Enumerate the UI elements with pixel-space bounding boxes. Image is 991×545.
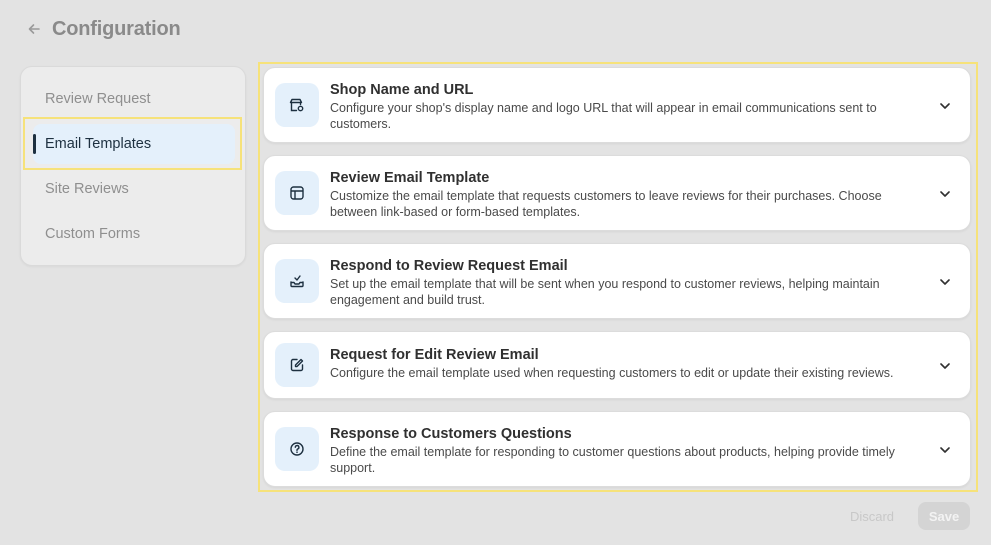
page-title: Configuration: [52, 17, 181, 40]
configuration-page: Configuration Review Request Email Templ…: [0, 0, 991, 545]
save-button[interactable]: Save: [918, 502, 970, 530]
chevron-down-icon[interactable]: [938, 187, 952, 201]
page-header: Configuration: [24, 15, 181, 43]
chevron-down-icon[interactable]: [938, 359, 952, 373]
card-title: Shop Name and URL: [330, 82, 474, 98]
card-request-for-edit-review-email[interactable]: Request for Edit Review Email Configure …: [263, 331, 971, 399]
card-description: Set up the email template that will be s…: [330, 276, 910, 308]
chevron-down-icon[interactable]: [938, 99, 952, 113]
card-review-email-template[interactable]: Review Email Template Customize the emai…: [263, 155, 971, 231]
card-text: Response to Customers Questions Define t…: [330, 425, 910, 476]
card-description-line: between link-based or form-based templat…: [330, 205, 581, 219]
card-title: Request for Edit Review Email: [330, 347, 539, 363]
card-description-line: Set up the email template that will be s…: [330, 277, 880, 291]
sidebar-nav: Review Request Email Templates Site Revi…: [20, 66, 246, 266]
card-description-line: Customize the email template that reques…: [330, 189, 882, 203]
arrow-left-icon: [28, 24, 40, 34]
sidebar-item-custom-forms[interactable]: Custom Forms: [33, 214, 235, 254]
card-description-line: support.: [330, 461, 376, 475]
chevron-down-icon[interactable]: [938, 275, 952, 289]
card-description-line: engagement and build trust.: [330, 293, 485, 307]
card-title: Response to Customers Questions: [330, 426, 572, 442]
question-circle-icon: [275, 427, 319, 471]
chevron-down-icon[interactable]: [938, 443, 952, 457]
card-description-line: Define the email template for responding…: [330, 445, 895, 459]
card-text: Respond to Review Request Email Set up t…: [330, 257, 910, 308]
sidebar-item-review-request[interactable]: Review Request: [33, 79, 235, 119]
card-description-line: customers.: [330, 117, 392, 131]
card-description: Configure the email template used when r…: [330, 365, 910, 381]
card-text: Shop Name and URL Configure your shop's …: [330, 81, 910, 132]
email-template-list: Shop Name and URL Configure your shop's …: [258, 62, 978, 492]
card-response-to-customers-questions[interactable]: Response to Customers Questions Define t…: [263, 411, 971, 487]
card-title: Respond to Review Request Email: [330, 258, 568, 274]
sidebar-item-site-reviews[interactable]: Site Reviews: [33, 169, 235, 209]
card-respond-to-review-request-email[interactable]: Respond to Review Request Email Set up t…: [263, 243, 971, 319]
card-text: Request for Edit Review Email Configure …: [330, 346, 910, 381]
card-description-line: Configure the email template used when r…: [330, 366, 894, 380]
card-shop-name-and-url[interactable]: Shop Name and URL Configure your shop's …: [263, 67, 971, 143]
discard-button[interactable]: Discard: [842, 504, 902, 528]
card-description: Configure your shop's display name and l…: [330, 100, 910, 132]
edit-square-icon: [275, 343, 319, 387]
store-settings-icon: [275, 83, 319, 127]
card-description-line: Configure your shop's display name and l…: [330, 101, 877, 115]
card-title: Review Email Template: [330, 170, 490, 186]
template-layout-icon: [275, 171, 319, 215]
card-description: Define the email template for responding…: [330, 444, 910, 476]
sidebar-item-email-templates[interactable]: Email Templates: [33, 124, 235, 164]
card-text: Review Email Template Customize the emai…: [330, 169, 910, 220]
back-button[interactable]: [24, 19, 44, 39]
card-description: Customize the email template that reques…: [330, 188, 910, 220]
inbox-reply-icon: [275, 259, 319, 303]
